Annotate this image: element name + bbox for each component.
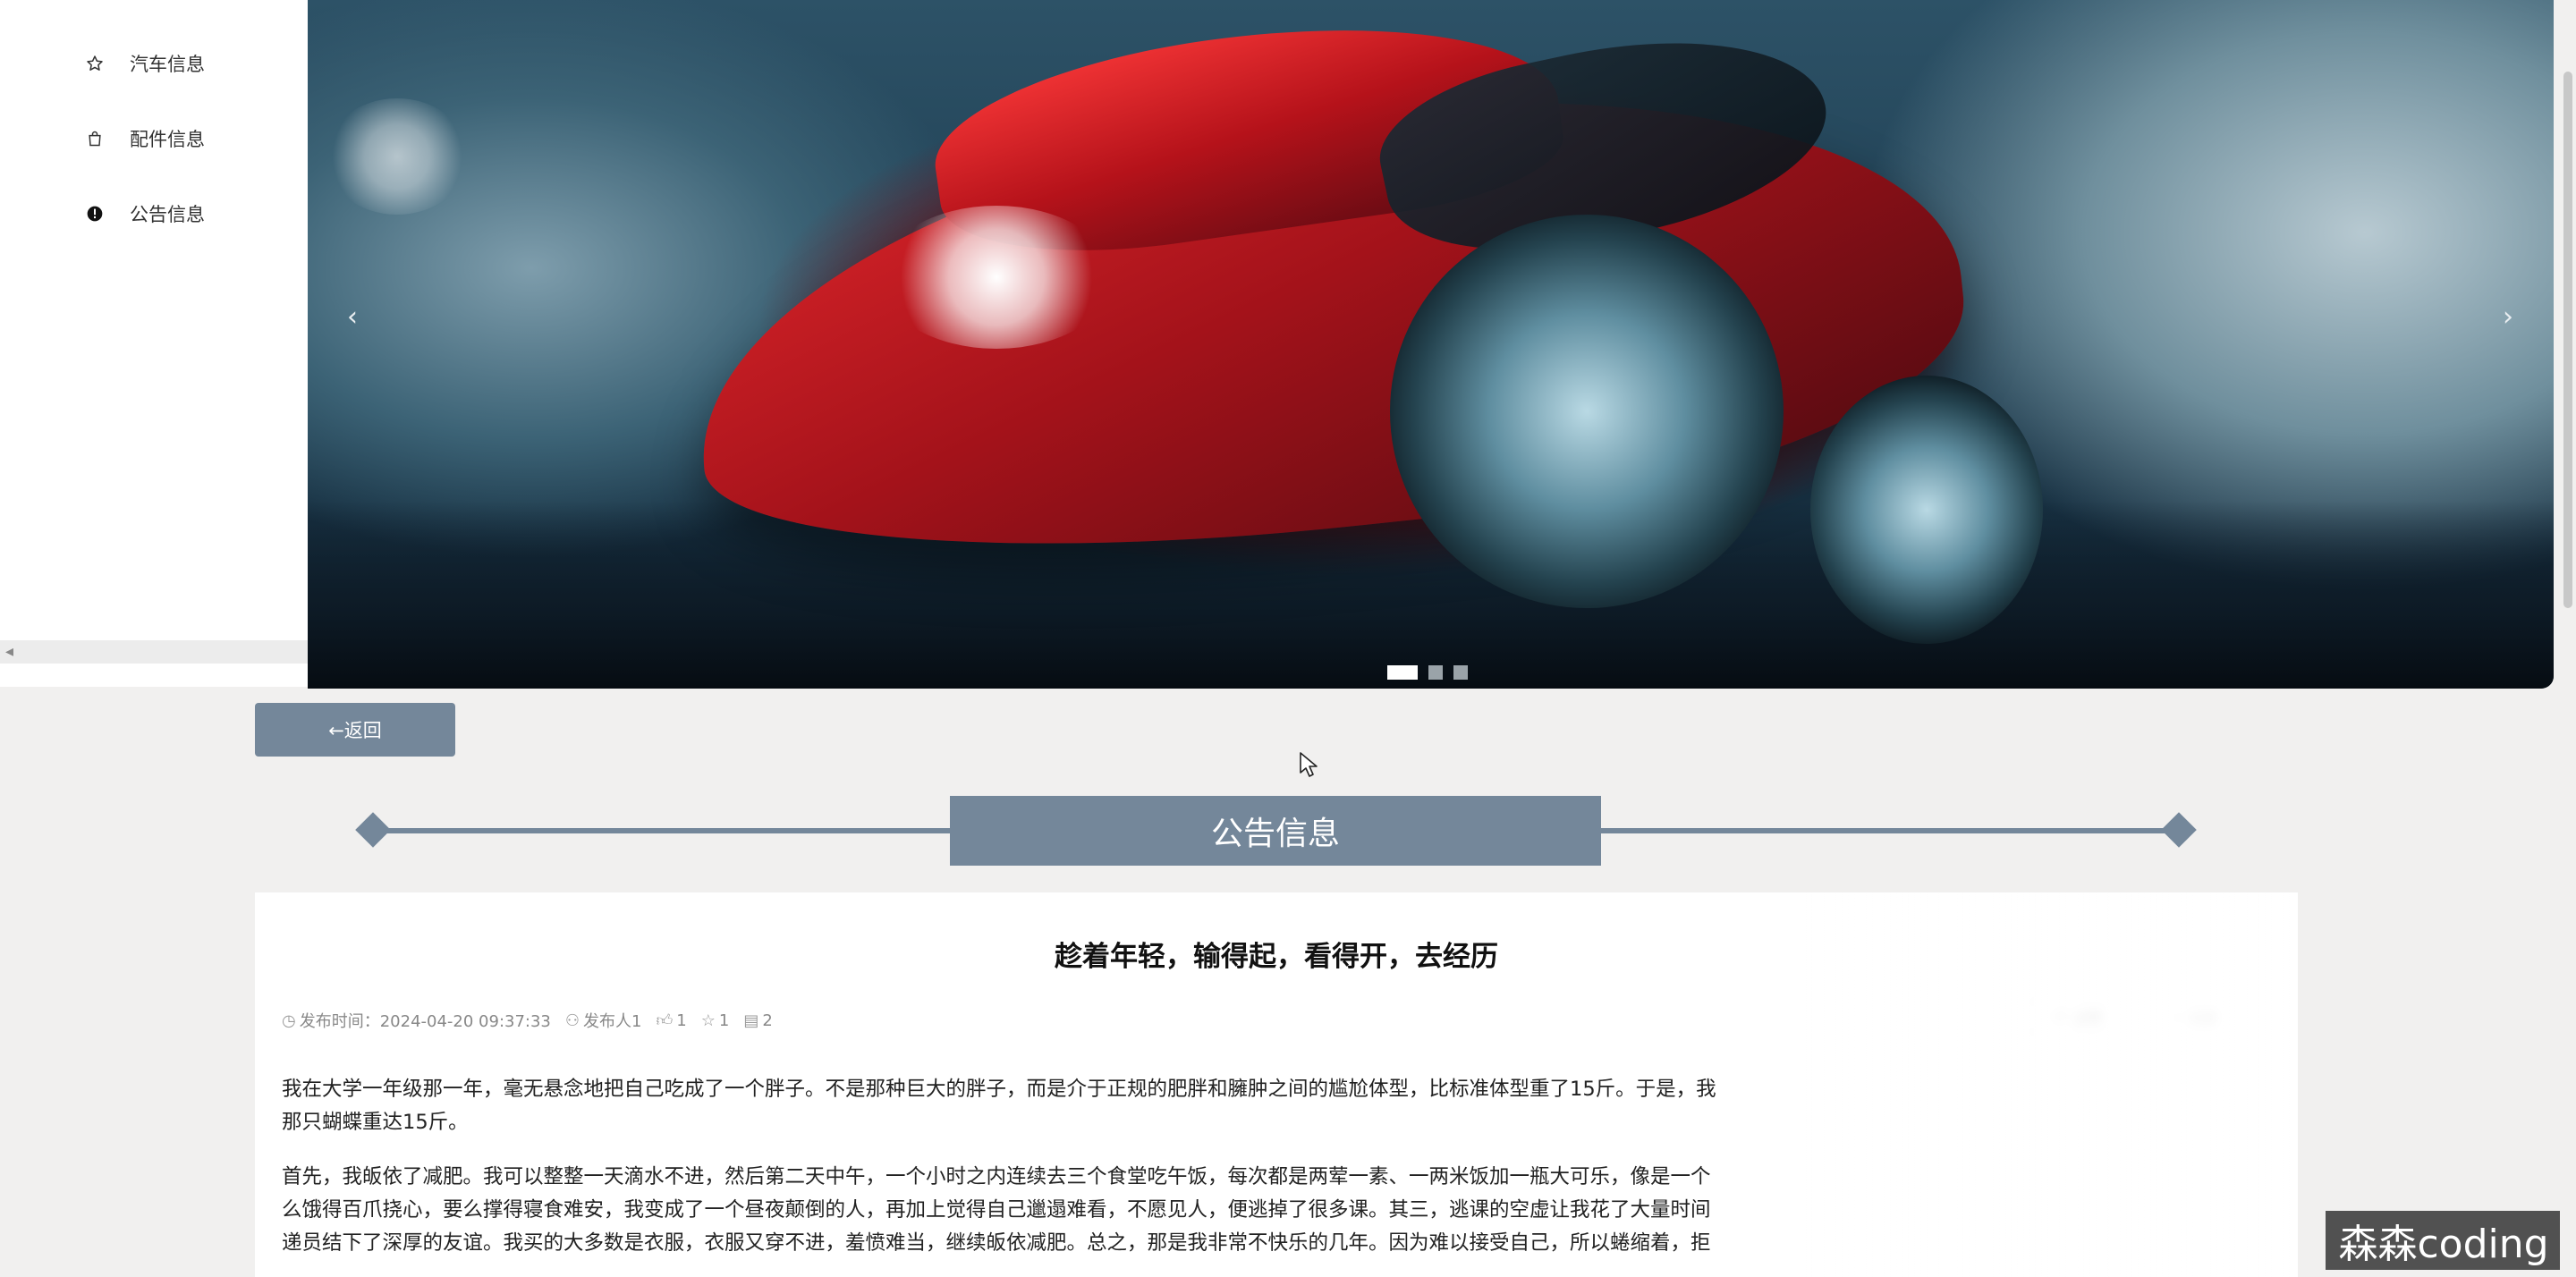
user-icon: ⚇ xyxy=(564,1011,580,1030)
sidebar-horizontal-scrollbar[interactable]: ◂ xyxy=(0,640,308,664)
exclamation-circle-icon xyxy=(85,204,105,224)
sidebar-item-parts-info[interactable]: 配件信息 xyxy=(85,121,205,156)
article-card: 趁着年轻，输得起，看得开，去经历 ◷ 发布时间：2024-04-20 09:37… xyxy=(255,892,2298,1277)
blurred-region xyxy=(1802,892,2298,1277)
car-head-light xyxy=(326,98,469,215)
publish-time-text: 发布时间：2024-04-20 09:37:33 xyxy=(299,1012,551,1031)
carousel-dot-3[interactable] xyxy=(1453,665,1468,680)
sidebar: 汽车信息 配件信息 公告信息 ◂ xyxy=(0,0,308,687)
banner-carousel: ‹ › xyxy=(308,0,2554,689)
carousel-dot-2[interactable] xyxy=(1428,665,1443,680)
sidebar-item-car-info[interactable]: 汽车信息 xyxy=(85,46,205,81)
section-title-right-diamond xyxy=(2161,812,2197,848)
favorite-count: ☆ 1 xyxy=(701,1011,730,1030)
car-front-wheel xyxy=(1390,215,1784,608)
car-tail-light xyxy=(880,206,1113,349)
publisher: ⚇ 发布人1 xyxy=(565,1009,642,1032)
article-meta: ◷ 发布时间：2024-04-20 09:37:33 ⚇ 发布人1 👍︎ 1 ☆… xyxy=(282,1009,773,1032)
carousel-dot-1[interactable] xyxy=(1387,665,1418,680)
sidebar-item-label: 公告信息 xyxy=(130,204,205,225)
like-count: 👍︎ 1 xyxy=(656,1011,687,1031)
publish-time: ◷ 发布时间：2024-04-20 09:37:33 xyxy=(282,1009,551,1032)
watermark: 森森coding xyxy=(2326,1211,2562,1270)
scroll-left-arrow-icon[interactable]: ◂ xyxy=(5,642,13,662)
mouse-cursor-icon xyxy=(1299,751,1318,782)
like-count-text: 1 xyxy=(676,1011,687,1030)
section-title: 公告信息 xyxy=(950,796,1601,866)
carousel-indicators xyxy=(1387,665,1468,680)
shopping-bag-icon xyxy=(85,129,105,148)
comment-count-text: 2 xyxy=(762,1011,773,1030)
carousel-prev-button[interactable]: ‹ xyxy=(347,304,358,331)
page-scrollbar-thumb[interactable] xyxy=(2563,72,2572,608)
sidebar-item-announcements[interactable]: 公告信息 xyxy=(85,196,205,232)
star-outline-icon: ☆ xyxy=(700,1011,716,1030)
carousel-next-button[interactable]: › xyxy=(2503,304,2513,331)
favorite-count-text: 1 xyxy=(718,1011,730,1030)
sidebar-item-label: 汽车信息 xyxy=(130,54,205,75)
sidebar-item-label: 配件信息 xyxy=(130,129,205,150)
back-button[interactable]: ←返回 xyxy=(255,703,455,757)
section-title-left-diamond xyxy=(355,812,391,848)
thumbs-up-icon: 👍︎ xyxy=(656,1011,674,1030)
comment-count: ▤ 2 xyxy=(743,1011,772,1030)
car-rear-wheel xyxy=(1810,376,2043,644)
star-outline-icon xyxy=(85,54,105,73)
comment-icon: ▤ xyxy=(743,1011,759,1030)
page-scrollbar[interactable] xyxy=(2560,0,2576,1277)
clock-icon: ◷ xyxy=(282,1011,296,1030)
publisher-text: 发布人1 xyxy=(583,1012,642,1031)
